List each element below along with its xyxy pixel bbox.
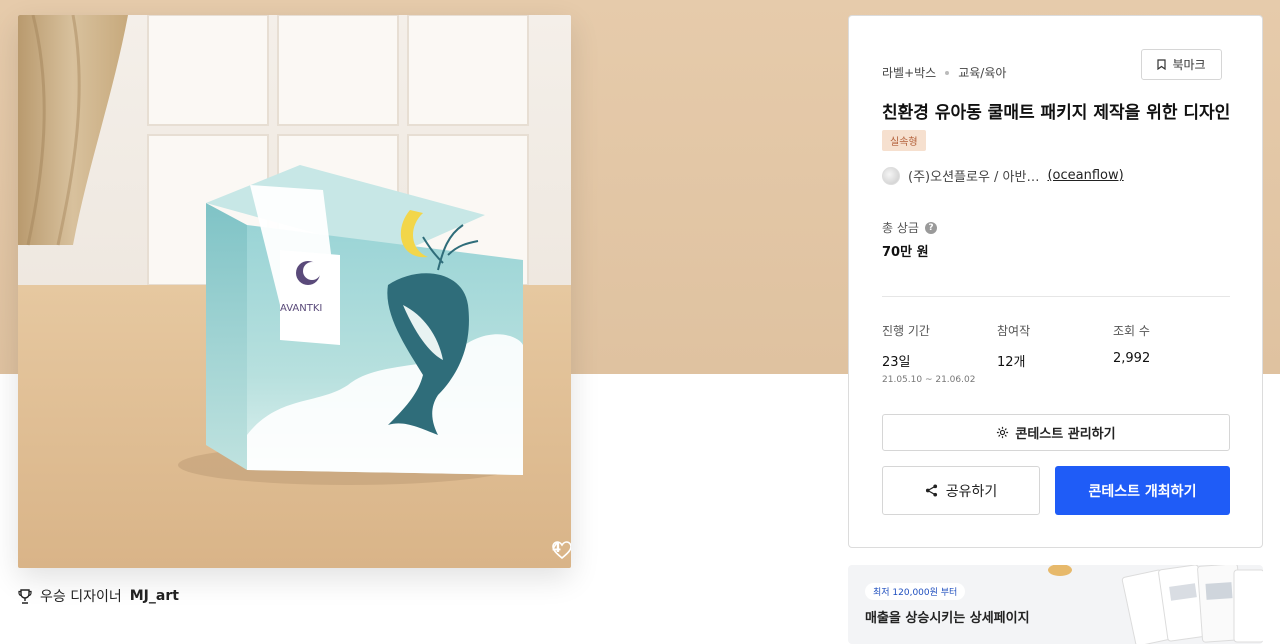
banner-illustration <box>1048 565 1263 644</box>
trophy-icon <box>18 588 32 604</box>
category-breadcrumb: 라벨+박스 교육/육아 <box>882 64 1006 81</box>
divider <box>882 296 1230 297</box>
gear-icon <box>997 426 1009 439</box>
designer-name[interactable]: MJ_art <box>130 588 179 604</box>
winning-design-image[interactable]: AVANTKI 4 <box>18 15 571 568</box>
stat-date-range: 21.05.10 ~ 21.06.02 <box>882 375 976 385</box>
stat-entries: 참여작 12개 <box>997 322 1030 370</box>
contest-title: 친환경 유아동 쿨매트 패키지 제작을 위한 디자인 <box>882 103 1231 123</box>
like-counter[interactable]: 4 <box>552 541 571 559</box>
help-icon[interactable]: ? <box>924 221 937 234</box>
stat-value: 2,992 <box>1113 351 1151 366</box>
prize-label-text: 총 상금 <box>882 221 919 235</box>
manage-contest-button[interactable]: 콘테스트 관리하기 <box>882 414 1230 451</box>
product-photo: AVANTKI <box>18 15 571 568</box>
stat-label: 진행 기간 <box>882 324 930 338</box>
stat-label: 조회 수 <box>1113 324 1150 338</box>
host-handle-link[interactable]: (oceanflow) <box>1047 168 1123 183</box>
separator-dot <box>945 70 950 75</box>
promo-banner[interactable]: 최저 120,000원 부터 매출을 상승시키는 상세페이지 <box>848 565 1263 644</box>
brand-text: AVANTKI <box>280 303 322 314</box>
bookmark-button[interactable]: 북마크 <box>1141 49 1222 80</box>
host-contest-button[interactable]: 콘테스트 개최하기 <box>1055 466 1230 515</box>
share-button[interactable]: 공유하기 <box>882 466 1040 515</box>
prize-value: 70만 원 <box>882 245 929 260</box>
stat-label: 참여작 <box>997 324 1031 338</box>
contest-info-card: 라벨+박스 교육/육아 북마크 친환경 유아동 쿨매트 패키지 제작을 위한 디… <box>848 15 1263 548</box>
banner-headline: 매출을 상승시키는 상세페이지 <box>865 611 1030 626</box>
stat-views: 조회 수 2,992 <box>1113 322 1150 366</box>
plan-badge: 실속형 <box>882 130 926 151</box>
host-info[interactable]: (주)오션플로우 / 아반… (oceanflow) <box>882 166 1124 185</box>
category-secondary[interactable]: 교육/육아 <box>958 64 1006 81</box>
heart-icon <box>552 541 571 559</box>
manage-contest-label: 콘테스트 관리하기 <box>1015 427 1116 442</box>
share-label: 공유하기 <box>945 483 998 500</box>
winner-designer: 우승 디자이너 MJ_art <box>18 586 179 606</box>
share-icon <box>925 484 937 497</box>
bookmark-label: 북마크 <box>1172 58 1206 72</box>
category-primary[interactable]: 라벨+박스 <box>882 64 936 81</box>
prize-label: 총 상금 ? <box>882 219 937 236</box>
award-label: 우승 디자이너 <box>40 589 122 605</box>
stat-value: 23일 <box>882 355 911 370</box>
bookmark-icon <box>1157 59 1167 70</box>
stat-value: 12개 <box>997 355 1026 370</box>
price-pill: 최저 120,000원 부터 <box>865 583 966 600</box>
host-name: (주)오션플로우 / 아반… <box>908 170 1040 185</box>
stat-duration: 진행 기간 23일 21.05.10 ~ 21.06.02 <box>882 322 975 385</box>
host-avatar <box>882 166 900 185</box>
